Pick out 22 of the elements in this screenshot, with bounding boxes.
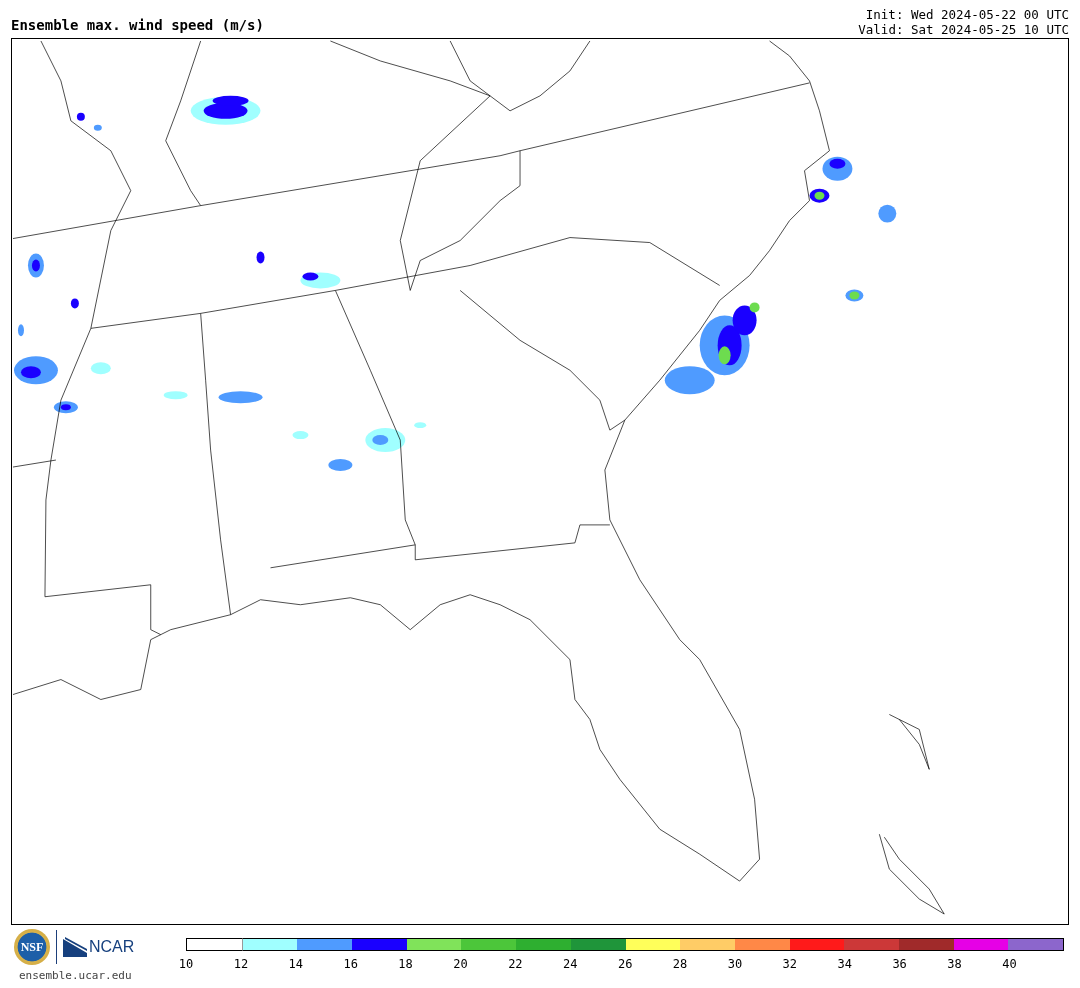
scale-tick-label: 10 [178, 957, 195, 971]
scale-tick-label: 30 [727, 957, 744, 971]
scale-tick-label: 18 [398, 957, 414, 971]
scale-tick-label: 22 [508, 957, 524, 971]
nsf-logo: NSF [14, 929, 50, 965]
scale-tick-label: 40 [1002, 957, 1018, 971]
scale-tick-label: 20 [453, 957, 469, 971]
scale-tick-label: 12 [233, 957, 250, 971]
scale-tick-label: 38 [947, 957, 963, 971]
scale-tick-label: 32 [782, 957, 799, 971]
chart-title: Ensemble max. wind speed (m/s) [11, 17, 264, 35]
init-time: Init: Wed 2024-05-22 00 UTC [865, 7, 1069, 22]
scale-tick-label: 24 [563, 957, 579, 971]
scale-tick-label: 16 [343, 957, 359, 971]
scale-tick-label: 26 [617, 957, 634, 971]
scale-tick-label: 34 [837, 957, 853, 971]
scale-tick-label: 28 [672, 957, 689, 971]
valid-time: Valid: Sat 2024-05-25 10 UTC [858, 22, 1069, 37]
website-url: ensemble.ucar.edu [18, 969, 132, 982]
scale-tick-label: 14 [288, 957, 305, 971]
ncar-logo: NCAR [63, 937, 135, 957]
scale-tick-label: 36 [892, 957, 908, 971]
